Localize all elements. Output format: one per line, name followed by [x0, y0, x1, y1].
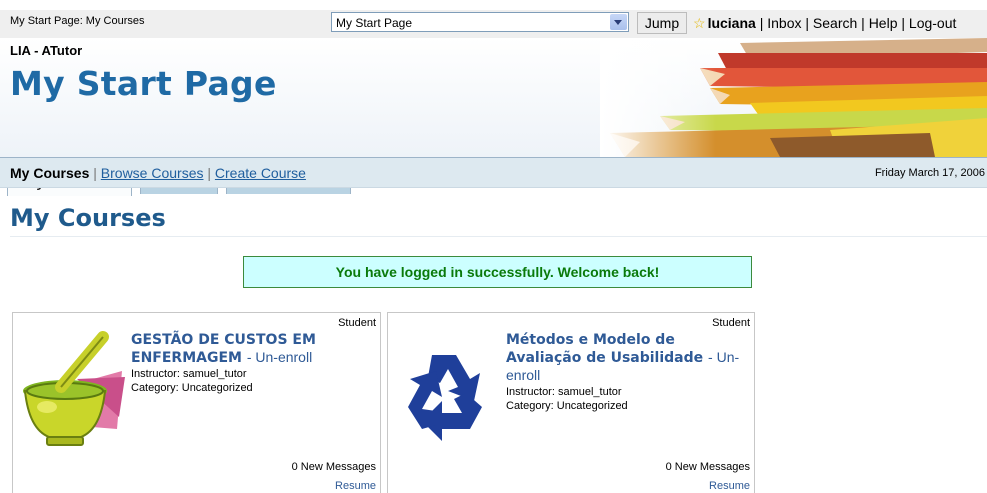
course-info: GESTÃO DE CUSTOS EM ENFERMAGEM - Un-enro… — [131, 332, 371, 395]
browse-courses-link[interactable]: Browse Courses — [101, 165, 204, 181]
search-link[interactable]: Search — [813, 15, 857, 31]
sub-navigation: My Courses | Browse Courses | Create Cou… — [0, 157, 987, 188]
divider — [10, 236, 987, 237]
resume-link[interactable]: Resume — [335, 480, 376, 492]
instructor: Instructor: samuel_tutor — [131, 368, 247, 380]
inbox-link[interactable]: Inbox — [767, 15, 801, 31]
section-title: My Courses — [10, 204, 166, 232]
success-message: You have logged in successfully. Welcome… — [243, 256, 752, 288]
site-name: LIA - ATutor — [10, 43, 83, 58]
mortar-pestle-icon[interactable] — [17, 329, 127, 449]
instructor: Instructor: samuel_tutor — [506, 386, 622, 398]
jump-button[interactable]: Jump — [637, 12, 687, 34]
current-date: Friday March 17, 2006 — [874, 167, 985, 179]
course-card: Student Métodos e Modelo de Avaliação de… — [387, 312, 755, 493]
chevron-down-icon[interactable] — [610, 14, 627, 30]
course-card: Student GESTÃO DE CUSTOS EM ENFERMAGEM -… — [12, 312, 381, 493]
course-info: Métodos e Modelo de Avaliação de Usabili… — [506, 332, 746, 413]
category: Category: Uncategorized — [131, 382, 253, 394]
subnav-links: My Courses | Browse Courses | Create Cou… — [10, 165, 306, 181]
new-messages[interactable]: 0 New Messages — [666, 461, 750, 473]
course-jump-select[interactable]: My Start Page — [331, 12, 629, 32]
logout-link[interactable]: Log-out — [909, 15, 956, 31]
course-role: Student — [712, 317, 750, 329]
recycle-icon[interactable] — [392, 329, 502, 449]
site-header: LIA - ATutor My Start Page — [0, 38, 987, 196]
top-bar: My Start Page: My Courses My Start Page … — [0, 10, 987, 38]
course-title-link[interactable]: Métodos e Modelo de Avaliação de Usabili… — [506, 332, 703, 366]
resume-link[interactable]: Resume — [709, 480, 750, 492]
help-link[interactable]: Help — [869, 15, 898, 31]
create-course-link[interactable]: Create Course — [215, 165, 306, 181]
category: Category: Uncategorized — [506, 400, 628, 412]
new-messages[interactable]: 0 New Messages — [292, 461, 376, 473]
username: luciana — [707, 15, 756, 31]
subnav-current: My Courses — [10, 165, 90, 181]
page-title: My Start Page — [10, 64, 277, 103]
user-nav: ☆ luciana | Inbox | Search | Help | Log-o… — [693, 15, 957, 31]
colored-pencils-image — [600, 38, 987, 157]
course-select-value: My Start Page — [336, 16, 413, 30]
breadcrumb: My Start Page: My Courses — [10, 15, 145, 27]
unenroll-link[interactable]: Un-enroll — [255, 349, 312, 365]
star-icon: ☆ — [693, 15, 706, 31]
course-role: Student — [338, 317, 376, 329]
